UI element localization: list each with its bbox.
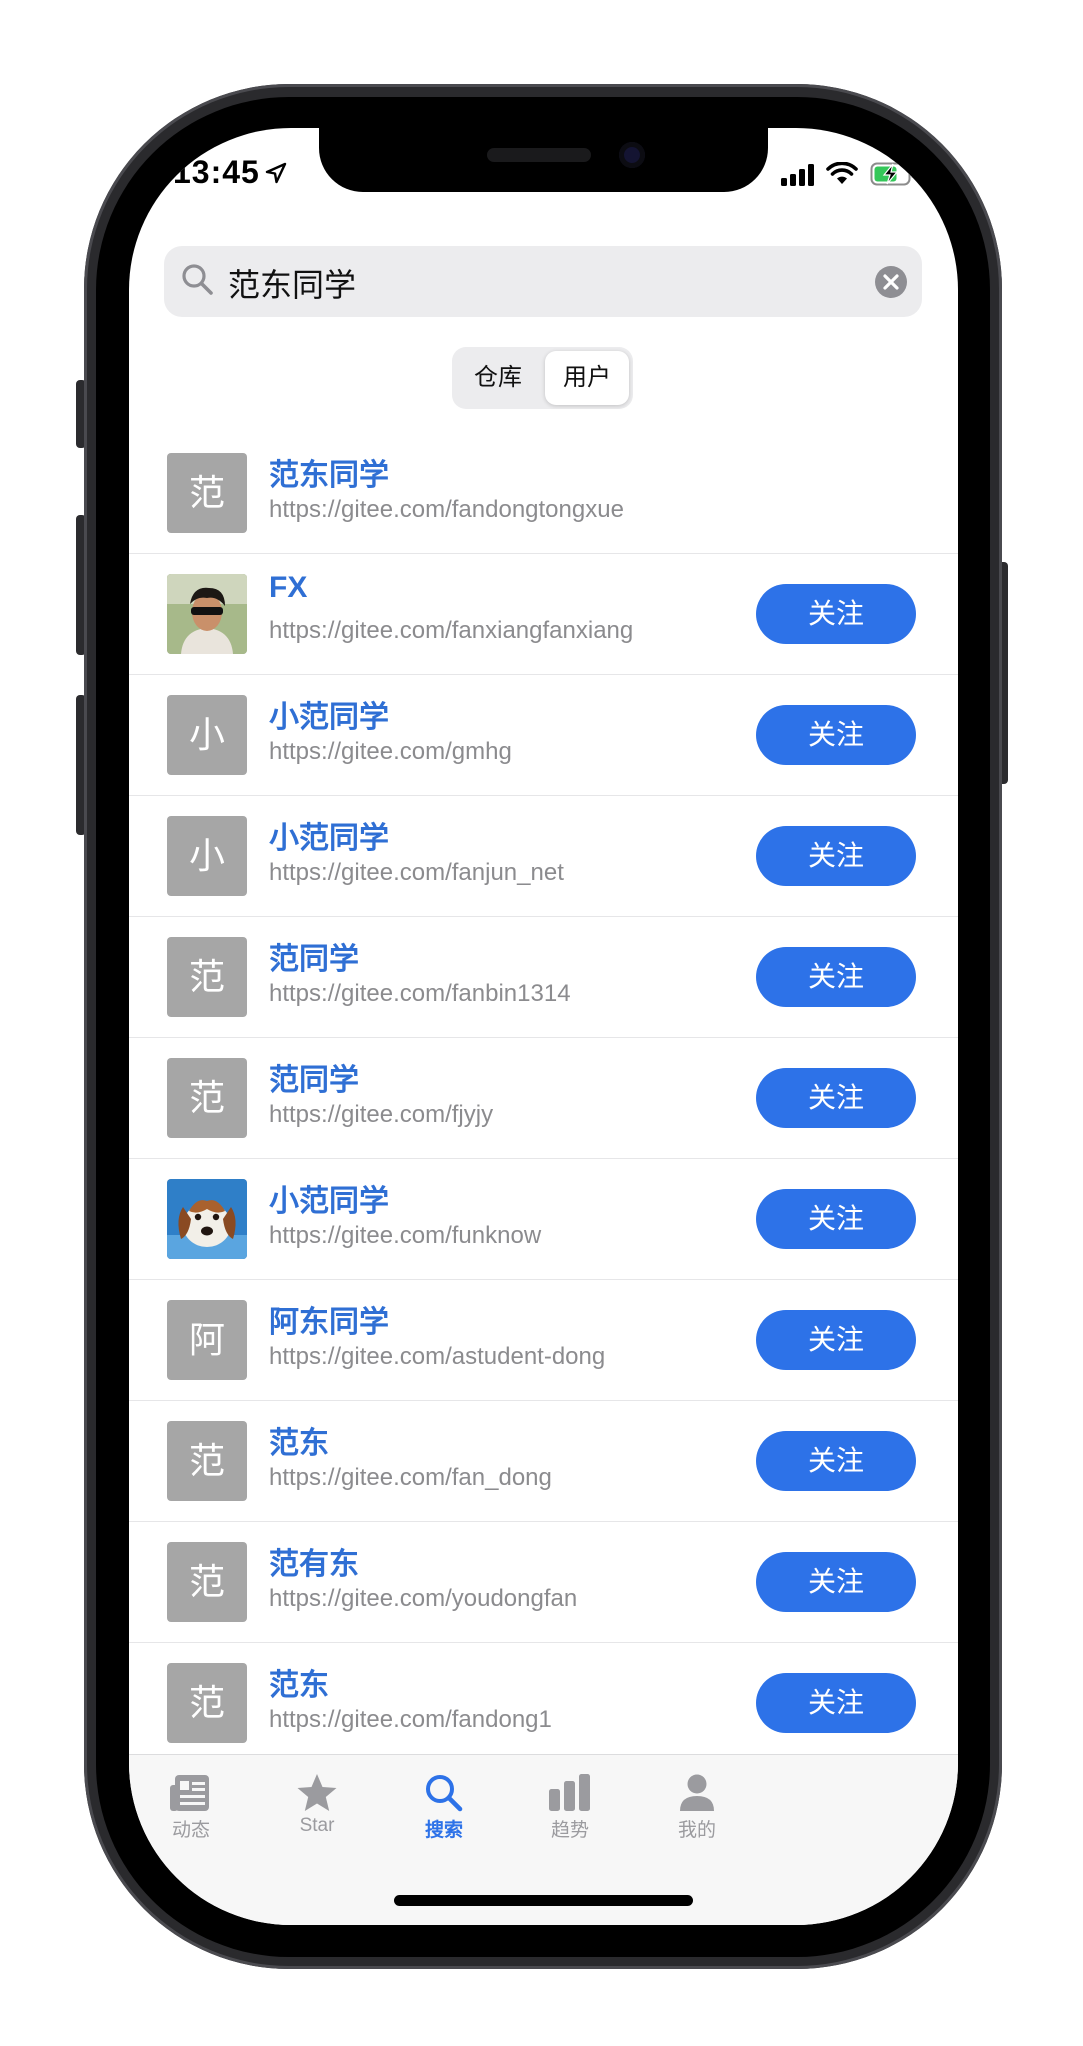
user-url: https://gitee.com/astudent-dong: [269, 1343, 606, 1370]
follow-button[interactable]: 关注: [756, 1673, 916, 1733]
list-item[interactable]: 范 范东同学 https://gitee.com/fandongtongxue: [129, 433, 958, 554]
follow-button[interactable]: 关注: [756, 705, 916, 765]
avatar[interactable]: 范: [167, 1663, 247, 1743]
user-name[interactable]: 范同学: [269, 934, 359, 978]
tab-label: 动态: [171, 1820, 210, 1841]
user-url: https://gitee.com/fanjun_net: [269, 859, 564, 886]
screen: 13:45 范东同学 仓库 用户 范 范东同学 https://gitee.co…: [129, 128, 958, 1925]
user-name[interactable]: 范东: [269, 1660, 329, 1704]
user-name[interactable]: 小范同学: [269, 692, 389, 736]
follow-button[interactable]: 关注: [756, 1189, 916, 1249]
avatar[interactable]: 范: [167, 1542, 247, 1622]
list-item[interactable]: 小 小范同学 https://gitee.com/fanjun_net 关注: [129, 796, 958, 917]
list-item[interactable]: 范 范东 https://gitee.com/fandong1 关注: [129, 1643, 958, 1764]
list-item[interactable]: 范 范有东 https://gitee.com/youdongfan 关注: [129, 1522, 958, 1643]
list-item[interactable]: FX https://gitee.com/fanxiangfanxiang 关注: [129, 554, 958, 675]
tab-star[interactable]: Star: [262, 1773, 372, 1837]
wifi-icon: [826, 161, 858, 191]
follow-button[interactable]: 关注: [756, 584, 916, 644]
battery-charging-icon: [870, 162, 916, 191]
tab-profile[interactable]: 我的: [642, 1773, 752, 1842]
segmented-control: 仓库 用户: [452, 347, 633, 409]
follow-button[interactable]: 关注: [756, 1068, 916, 1128]
location-arrow-icon: [265, 162, 287, 189]
tab-label: 搜索: [424, 1820, 463, 1841]
user-name[interactable]: 小范同学: [269, 813, 389, 857]
segment-user[interactable]: 用户: [545, 351, 629, 405]
user-name[interactable]: 范东同学: [269, 450, 389, 494]
status-time: 13:45: [173, 154, 260, 190]
person-icon: [642, 1773, 752, 1813]
user-name[interactable]: 范同学: [269, 1055, 359, 1099]
avatar[interactable]: 阿: [167, 1300, 247, 1380]
avatar[interactable]: 小: [167, 816, 247, 896]
user-name[interactable]: 范东: [269, 1418, 329, 1462]
user-url: https://gitee.com/fandong1: [269, 1706, 552, 1733]
avatar-photo-person[interactable]: [167, 574, 247, 654]
list-item[interactable]: 范 范同学 https://gitee.com/fjyjy 关注: [129, 1038, 958, 1159]
segment-repo[interactable]: 仓库: [456, 351, 540, 405]
list-item[interactable]: 小 小范同学 https://gitee.com/gmhg 关注: [129, 675, 958, 796]
notch: [319, 128, 768, 192]
user-url: https://gitee.com/youdongfan: [269, 1585, 578, 1612]
earpiece-speaker: [487, 148, 591, 162]
user-url: https://gitee.com/fan_dong: [269, 1464, 552, 1491]
list-item[interactable]: 范 范东 https://gitee.com/fan_dong 关注: [129, 1401, 958, 1522]
avatar[interactable]: 小: [167, 695, 247, 775]
follow-button[interactable]: 关注: [756, 1310, 916, 1370]
user-url: https://gitee.com/fanxiangfanxiang: [269, 617, 634, 644]
user-list: 范 范东同学 https://gitee.com/fandongtongxue …: [129, 433, 958, 1764]
avatar[interactable]: 范: [167, 937, 247, 1017]
bar-chart-icon: [515, 1773, 625, 1813]
tab-label: 我的: [677, 1820, 716, 1841]
user-name[interactable]: 范有东: [269, 1539, 359, 1583]
tab-search[interactable]: 搜索: [389, 1773, 499, 1842]
user-url: https://gitee.com/fandongtongxue: [269, 496, 624, 523]
front-camera: [619, 142, 645, 168]
follow-button[interactable]: 关注: [756, 947, 916, 1007]
search-input[interactable]: 范东同学: [228, 260, 356, 306]
user-name[interactable]: 小范同学: [269, 1176, 389, 1220]
tab-trending[interactable]: 趋势: [515, 1773, 625, 1842]
search-icon: [389, 1773, 499, 1813]
news-icon: [136, 1773, 246, 1813]
star-icon: [262, 1773, 372, 1813]
search-bar[interactable]: 范东同学: [164, 246, 922, 317]
tab-activity[interactable]: 动态: [136, 1773, 246, 1842]
tab-label: 趋势: [550, 1820, 589, 1841]
clear-search-icon[interactable]: [874, 265, 908, 304]
user-url: https://gitee.com/fanbin1314: [269, 980, 571, 1007]
follow-button[interactable]: 关注: [756, 1552, 916, 1612]
list-item[interactable]: 范 范同学 https://gitee.com/fanbin1314 关注: [129, 917, 958, 1038]
search-icon: [180, 262, 216, 303]
user-url: https://gitee.com/funknow: [269, 1222, 542, 1249]
user-name[interactable]: FX: [269, 571, 307, 605]
home-indicator: [394, 1895, 693, 1906]
tab-label: Star: [299, 1815, 335, 1836]
user-url: https://gitee.com/gmhg: [269, 738, 512, 765]
list-item[interactable]: 阿 阿东同学 https://gitee.com/astudent-dong 关…: [129, 1280, 958, 1401]
avatar[interactable]: 范: [167, 453, 247, 533]
follow-button[interactable]: 关注: [756, 1431, 916, 1491]
user-url: https://gitee.com/fjyjy: [269, 1101, 494, 1128]
avatar-photo-dog[interactable]: [167, 1179, 247, 1259]
cellular-signal-icon: [781, 164, 817, 191]
avatar[interactable]: 范: [167, 1421, 247, 1501]
avatar[interactable]: 范: [167, 1058, 247, 1138]
list-item[interactable]: 小范同学 https://gitee.com/funknow 关注: [129, 1159, 958, 1280]
follow-button[interactable]: 关注: [756, 826, 916, 886]
user-name[interactable]: 阿东同学: [269, 1297, 389, 1341]
